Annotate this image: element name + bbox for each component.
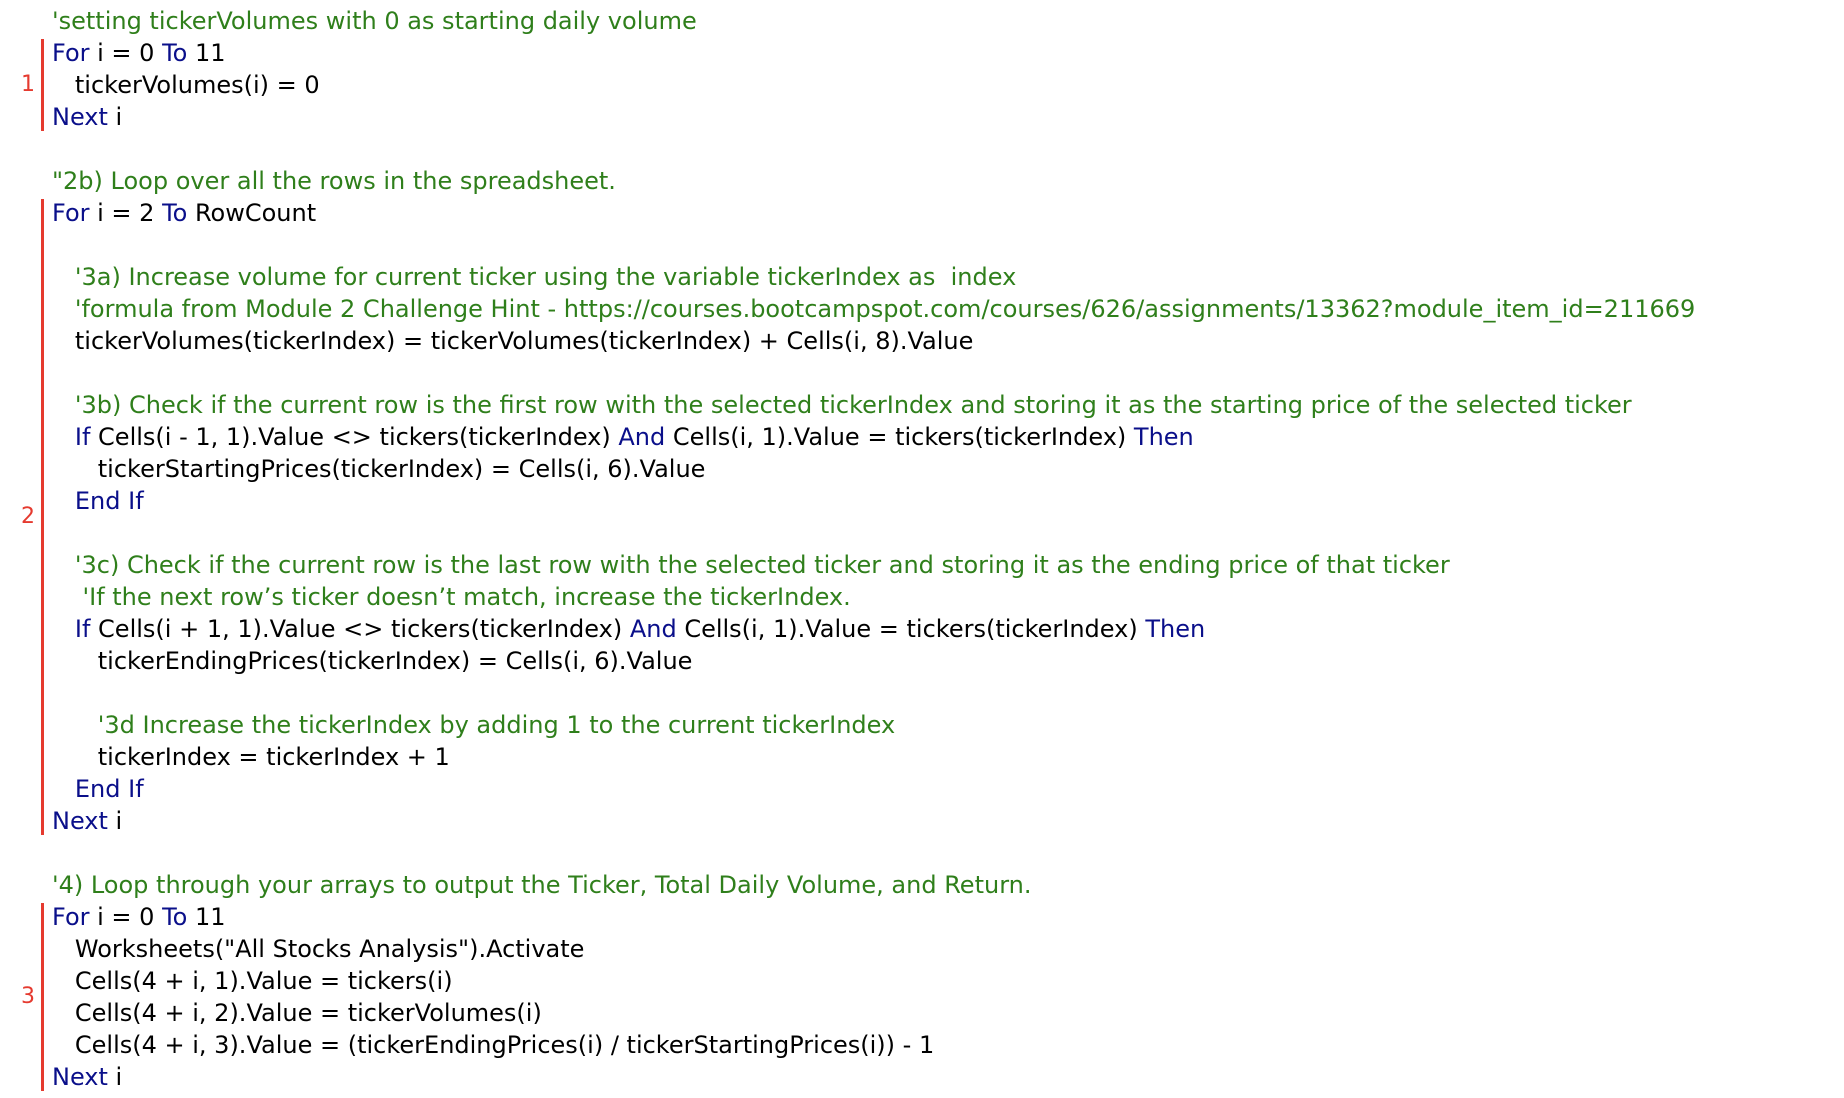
comment-token: '3b) Check if the current row is the fir… bbox=[52, 391, 1632, 419]
text-token: 11 bbox=[187, 39, 226, 67]
text-token: 11 bbox=[187, 903, 226, 931]
keyword-token: Next bbox=[52, 807, 108, 835]
code-line[interactable]: If Cells(i - 1, 1).Value <> tickers(tick… bbox=[52, 421, 1194, 453]
block-bracket bbox=[41, 903, 44, 1091]
code-line[interactable]: Next i bbox=[52, 101, 122, 133]
comment-token: '4) Loop through your arrays to output t… bbox=[52, 871, 1032, 899]
code-line[interactable]: '3d Increase the tickerIndex by adding 1… bbox=[52, 709, 895, 741]
text-token: Cells(i + 1, 1).Value <> tickers(tickerI… bbox=[90, 615, 630, 643]
text-token: Cells(4 + i, 1).Value = tickers(i) bbox=[52, 967, 453, 995]
keyword-token: Then bbox=[1145, 615, 1206, 643]
text-token: tickerStartingPrices(tickerIndex) = Cell… bbox=[52, 455, 706, 483]
text-token: Worksheets("All Stocks Analysis").Activa… bbox=[52, 935, 585, 963]
code-line[interactable]: tickerVolumes(i) = 0 bbox=[52, 69, 320, 101]
keyword-token: For bbox=[52, 903, 90, 931]
text-token: Cells(i, 1).Value = tickers(tickerIndex) bbox=[676, 615, 1146, 643]
block-number-label: 3 bbox=[21, 984, 35, 1009]
comment-token: 'If the next row’s ticker doesn’t match,… bbox=[52, 583, 851, 611]
text-token: Cells(4 + i, 2).Value = tickerVolumes(i) bbox=[52, 999, 542, 1027]
code-line[interactable]: End If bbox=[52, 773, 144, 805]
text-token: RowCount bbox=[187, 199, 317, 227]
comment-token: "2b) Loop over all the rows in the sprea… bbox=[52, 167, 616, 195]
block-number-label: 1 bbox=[21, 72, 35, 97]
keyword-token: And bbox=[618, 423, 666, 451]
comment-token: '3a) Increase volume for current ticker … bbox=[52, 263, 1017, 291]
text-token: tickerVolumes(tickerIndex) = tickerVolum… bbox=[52, 327, 974, 355]
text-token: i bbox=[107, 1063, 123, 1091]
keyword-token: For bbox=[52, 39, 90, 67]
code-line[interactable]: End If bbox=[52, 485, 144, 517]
text-token: tickerIndex = tickerIndex + 1 bbox=[52, 743, 450, 771]
comment-token: 'formula from Module 2 Challenge Hint - … bbox=[52, 295, 1696, 323]
block-bracket bbox=[41, 39, 44, 131]
code-line[interactable]: Next i bbox=[52, 805, 122, 837]
code-editor[interactable]: 'setting tickerVolumes with 0 as startin… bbox=[0, 0, 1844, 1098]
code-line[interactable]: '4) Loop through your arrays to output t… bbox=[52, 869, 1031, 901]
code-line[interactable]: Next i bbox=[52, 1061, 122, 1093]
text-token: tickerVolumes(i) = 0 bbox=[52, 71, 320, 99]
code-line[interactable]: For i = 2 To RowCount bbox=[52, 197, 316, 229]
text-token: i = 0 bbox=[89, 39, 163, 67]
keyword-token: To bbox=[162, 199, 188, 227]
code-line[interactable]: "2b) Loop over all the rows in the sprea… bbox=[52, 165, 616, 197]
keyword-token: For bbox=[52, 199, 90, 227]
text-token: Cells(i - 1, 1).Value <> tickers(tickerI… bbox=[90, 423, 619, 451]
comment-token: 'setting tickerVolumes with 0 as startin… bbox=[52, 7, 697, 35]
keyword-token: If bbox=[74, 423, 91, 451]
comment-token: '3d Increase the tickerIndex by adding 1… bbox=[52, 711, 896, 739]
keyword-token: To bbox=[162, 39, 188, 67]
code-line[interactable]: Cells(4 + i, 1).Value = tickers(i) bbox=[52, 965, 453, 997]
block-bracket bbox=[41, 199, 44, 835]
code-line[interactable]: For i = 0 To 11 bbox=[52, 901, 226, 933]
keyword-token: And bbox=[629, 615, 677, 643]
code-line[interactable]: Worksheets("All Stocks Analysis").Activa… bbox=[52, 933, 585, 965]
code-line[interactable]: '3a) Increase volume for current ticker … bbox=[52, 261, 1016, 293]
keyword-token: Then bbox=[1133, 423, 1194, 451]
code-line[interactable]: '3c) Check if the current row is the las… bbox=[52, 549, 1450, 581]
code-line[interactable]: 'If the next row’s ticker doesn’t match,… bbox=[52, 581, 851, 613]
code-line[interactable]: For i = 0 To 11 bbox=[52, 37, 226, 69]
text-token: Cells(4 + i, 3).Value = (tickerEndingPri… bbox=[52, 1031, 935, 1059]
text-token: i = 2 bbox=[89, 199, 163, 227]
keyword-token: End If bbox=[74, 775, 144, 803]
code-line[interactable]: 'formula from Module 2 Challenge Hint - … bbox=[52, 293, 1695, 325]
code-line[interactable]: tickerVolumes(tickerIndex) = tickerVolum… bbox=[52, 325, 974, 357]
text-token: Cells(i, 1).Value = tickers(tickerIndex) bbox=[665, 423, 1134, 451]
block-number-label: 2 bbox=[21, 504, 35, 529]
code-line[interactable]: tickerStartingPrices(tickerIndex) = Cell… bbox=[52, 453, 706, 485]
text-token: i bbox=[107, 103, 123, 131]
keyword-token: If bbox=[74, 615, 91, 643]
code-line[interactable]: tickerEndingPrices(tickerIndex) = Cells(… bbox=[52, 645, 693, 677]
comment-token: '3c) Check if the current row is the las… bbox=[52, 551, 1450, 579]
code-line[interactable]: tickerIndex = tickerIndex + 1 bbox=[52, 741, 450, 773]
code-line[interactable]: If Cells(i + 1, 1).Value <> tickers(tick… bbox=[52, 613, 1205, 645]
keyword-token: End If bbox=[74, 487, 144, 515]
code-line[interactable]: '3b) Check if the current row is the fir… bbox=[52, 389, 1632, 421]
keyword-token: Next bbox=[52, 103, 108, 131]
code-line[interactable]: Cells(4 + i, 3).Value = (tickerEndingPri… bbox=[52, 1029, 934, 1061]
text-token: i bbox=[107, 807, 123, 835]
code-line[interactable]: Cells(4 + i, 2).Value = tickerVolumes(i) bbox=[52, 997, 542, 1029]
keyword-token: To bbox=[162, 903, 188, 931]
text-token: tickerEndingPrices(tickerIndex) = Cells(… bbox=[52, 647, 693, 675]
code-line[interactable]: 'setting tickerVolumes with 0 as startin… bbox=[52, 5, 697, 37]
text-token: i = 0 bbox=[89, 903, 163, 931]
keyword-token: Next bbox=[52, 1063, 108, 1091]
